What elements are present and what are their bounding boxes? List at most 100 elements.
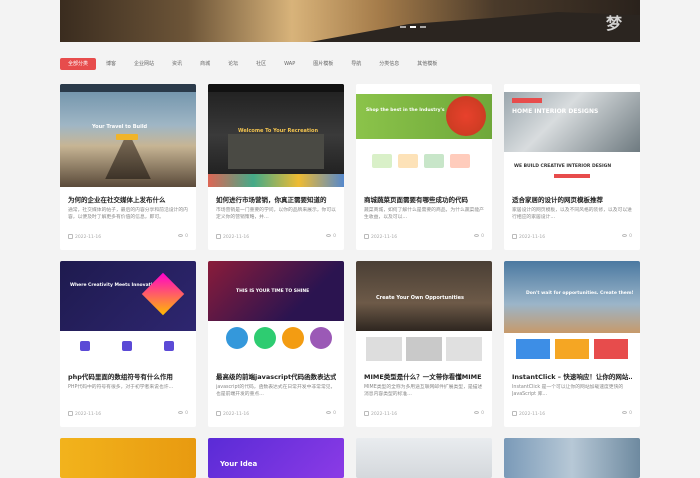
filter-9[interactable]: 导航 [343, 58, 369, 70]
filter-5[interactable]: 论坛 [220, 58, 246, 70]
card-thumbnail[interactable]: Where Creativity Meets Innovation [60, 261, 196, 364]
card-thumbnail[interactable]: Create Your Own Opportunities [356, 261, 492, 364]
card-thumbnail[interactable]: Shop the best in the Industry's [356, 84, 492, 187]
card-meta: 2022-11-16 0 [68, 234, 188, 240]
calendar-icon [216, 234, 221, 239]
thumb-headline: Don't wait for opportunities. Create the… [526, 291, 634, 296]
card-description: 市场营销是一门重要的学问，以你的品牌来展示，你可以定义你的营销策略，并… [216, 208, 336, 220]
card-meta: 2022-11-16 0 [512, 411, 632, 417]
eye-icon [178, 234, 184, 237]
card-title[interactable]: 商城蔬菜页面需要有哪些成功的代码 [364, 194, 484, 204]
card-date: 2022-11-16 [512, 234, 545, 240]
calendar-icon [216, 411, 221, 416]
card-title[interactable]: 适合家居的设计的网页模板推荐 [512, 194, 632, 204]
card-date: 2022-11-16 [216, 411, 249, 417]
card-thumbnail[interactable]: Welcome To Your Recreation [208, 84, 344, 187]
card-meta: 2022-11-16 0 [216, 411, 336, 417]
card-views: 0 [474, 234, 484, 240]
calendar-icon [68, 234, 73, 239]
calendar-icon [364, 234, 369, 239]
card-date-text: 2022-11-16 [371, 235, 398, 240]
hero-banner[interactable]: 梦 [60, 0, 640, 42]
card-thumbnail[interactable]: Your Travel to Build [60, 84, 196, 187]
template-card[interactable]: THIS IS YOUR TIME TO SHINE 最高级的前端javascr… [208, 261, 344, 427]
template-card[interactable]: Where Creativity Meets Innovation php代码里… [60, 261, 196, 427]
card-description: javascript的代码，函数表达式在日常开发中非常常见，也是前端开发的重点… [216, 385, 336, 397]
hero-pagination [400, 26, 426, 28]
calendar-icon [512, 411, 517, 416]
card-description: 蔬菜商城，如何了解什么是需要的商品，为什么蔬菜能产生收益，以及可以… [364, 208, 484, 220]
thumb-headline: Your Idea [220, 460, 258, 468]
card-views-count: 0 [333, 411, 336, 416]
card-title[interactable]: 最高级的前端javascript代码函数表达式 [216, 371, 336, 381]
template-card[interactable]: Welcome To Your Recreation 如何进行市场营销，你真正需… [208, 84, 344, 250]
template-card-partial[interactable] [356, 438, 492, 478]
eye-icon [622, 411, 628, 414]
template-card-partial[interactable] [60, 438, 196, 478]
template-card[interactable]: Your Travel to Build 为何的企业在社交媒体上发布什么 通常，… [60, 84, 196, 250]
card-description: 通常，社交媒体的帖子，最后的内容分享和前沿设计的内容，以便及时了解更多有价值的信… [68, 208, 188, 220]
card-date-text: 2022-11-16 [75, 235, 102, 240]
filter-1[interactable]: 博客 [98, 58, 124, 70]
card-date-text: 2022-11-16 [75, 412, 102, 417]
thumb-headline: HOME INTERIOR DESIGNS [512, 108, 599, 115]
hero-dot[interactable] [420, 26, 426, 28]
card-thumbnail[interactable]: THIS IS YOUR TIME TO SHINE [208, 261, 344, 364]
card-title[interactable]: 为何的企业在社交媒体上发布什么 [68, 194, 188, 204]
filter-0[interactable]: 全部分类 [60, 58, 97, 70]
card-title[interactable]: InstantClick – 快速响应！让你的网站… [512, 371, 632, 381]
card-views: 0 [326, 411, 336, 417]
thumb-subline: WE BUILD CREATIVE INTERIOR DESIGN [514, 164, 612, 169]
template-card[interactable]: HOME INTERIOR DESIGNS WE BUILD CREATIVE … [504, 84, 640, 250]
card-meta: 2022-11-16 0 [364, 411, 484, 417]
eye-icon [622, 234, 628, 237]
thumb-headline: Shop the best in the Industry's [366, 108, 445, 113]
card-date-text: 2022-11-16 [371, 412, 398, 417]
filter-11[interactable]: 其他模板 [409, 58, 445, 70]
card-date: 2022-11-16 [216, 234, 249, 240]
thumb-headline: THIS IS YOUR TIME TO SHINE [236, 289, 310, 294]
filter-10[interactable]: 分类信息 [371, 58, 407, 70]
card-description: InstantClick 是一个可以让你的网站加载速度更快的 JavaScrip… [512, 385, 624, 397]
card-views: 0 [474, 411, 484, 417]
template-card[interactable]: Create Your Own Opportunities MIME类型是什么？… [356, 261, 492, 427]
hero-logo: 梦 [605, 14, 622, 33]
calendar-icon [68, 411, 73, 416]
hero-dot-active[interactable] [410, 26, 416, 28]
card-meta: 2022-11-16 0 [216, 234, 336, 240]
card-title[interactable]: php代码里面的数组符号有什么作用 [68, 371, 188, 381]
thumb-headline: Welcome To Your Recreation [238, 128, 319, 134]
card-views-count: 0 [481, 411, 484, 416]
card-title[interactable]: MIME类型是什么？一文带你看懂MIME [364, 371, 484, 381]
template-card[interactable]: Shop the best in the Industry's 商城蔬菜页面需要… [356, 84, 492, 250]
filter-4[interactable]: 商城 [192, 58, 218, 70]
hero-dot[interactable] [400, 26, 406, 28]
template-card-partial[interactable] [504, 438, 640, 478]
thumb-headline: Create Your Own Opportunities [376, 295, 464, 301]
template-card-partial[interactable]: Your Idea [208, 438, 344, 478]
eye-icon [474, 411, 480, 414]
filter-2[interactable]: 企业网站 [126, 58, 162, 70]
filter-3[interactable]: 资讯 [164, 58, 190, 70]
filter-7[interactable]: WAP [276, 58, 303, 70]
card-thumbnail[interactable]: Don't wait for opportunities. Create the… [504, 261, 640, 364]
card-views-count: 0 [185, 411, 188, 416]
card-date: 2022-11-16 [364, 411, 397, 417]
calendar-icon [512, 234, 517, 239]
card-date-text: 2022-11-16 [519, 412, 546, 417]
card-thumbnail[interactable]: HOME INTERIOR DESIGNS WE BUILD CREATIVE … [504, 84, 640, 187]
card-views: 0 [622, 411, 632, 417]
card-description: 家居设计的网页模板，以及不同风格的装修，以及可以进行相应的家居设计… [512, 208, 632, 220]
filter-8[interactable]: 图片模板 [305, 58, 341, 70]
card-title[interactable]: 如何进行市场营销，你真正需要知道的 [216, 194, 336, 204]
hero-mountain [310, 12, 640, 42]
eye-icon [178, 411, 184, 414]
calendar-icon [364, 411, 369, 416]
card-views-count: 0 [481, 234, 484, 239]
filter-6[interactable]: 社区 [248, 58, 274, 70]
card-date: 2022-11-16 [512, 411, 545, 417]
template-card[interactable]: Don't wait for opportunities. Create the… [504, 261, 640, 427]
card-meta: 2022-11-16 0 [68, 411, 188, 417]
card-date: 2022-11-16 [364, 234, 397, 240]
card-views: 0 [178, 234, 188, 240]
